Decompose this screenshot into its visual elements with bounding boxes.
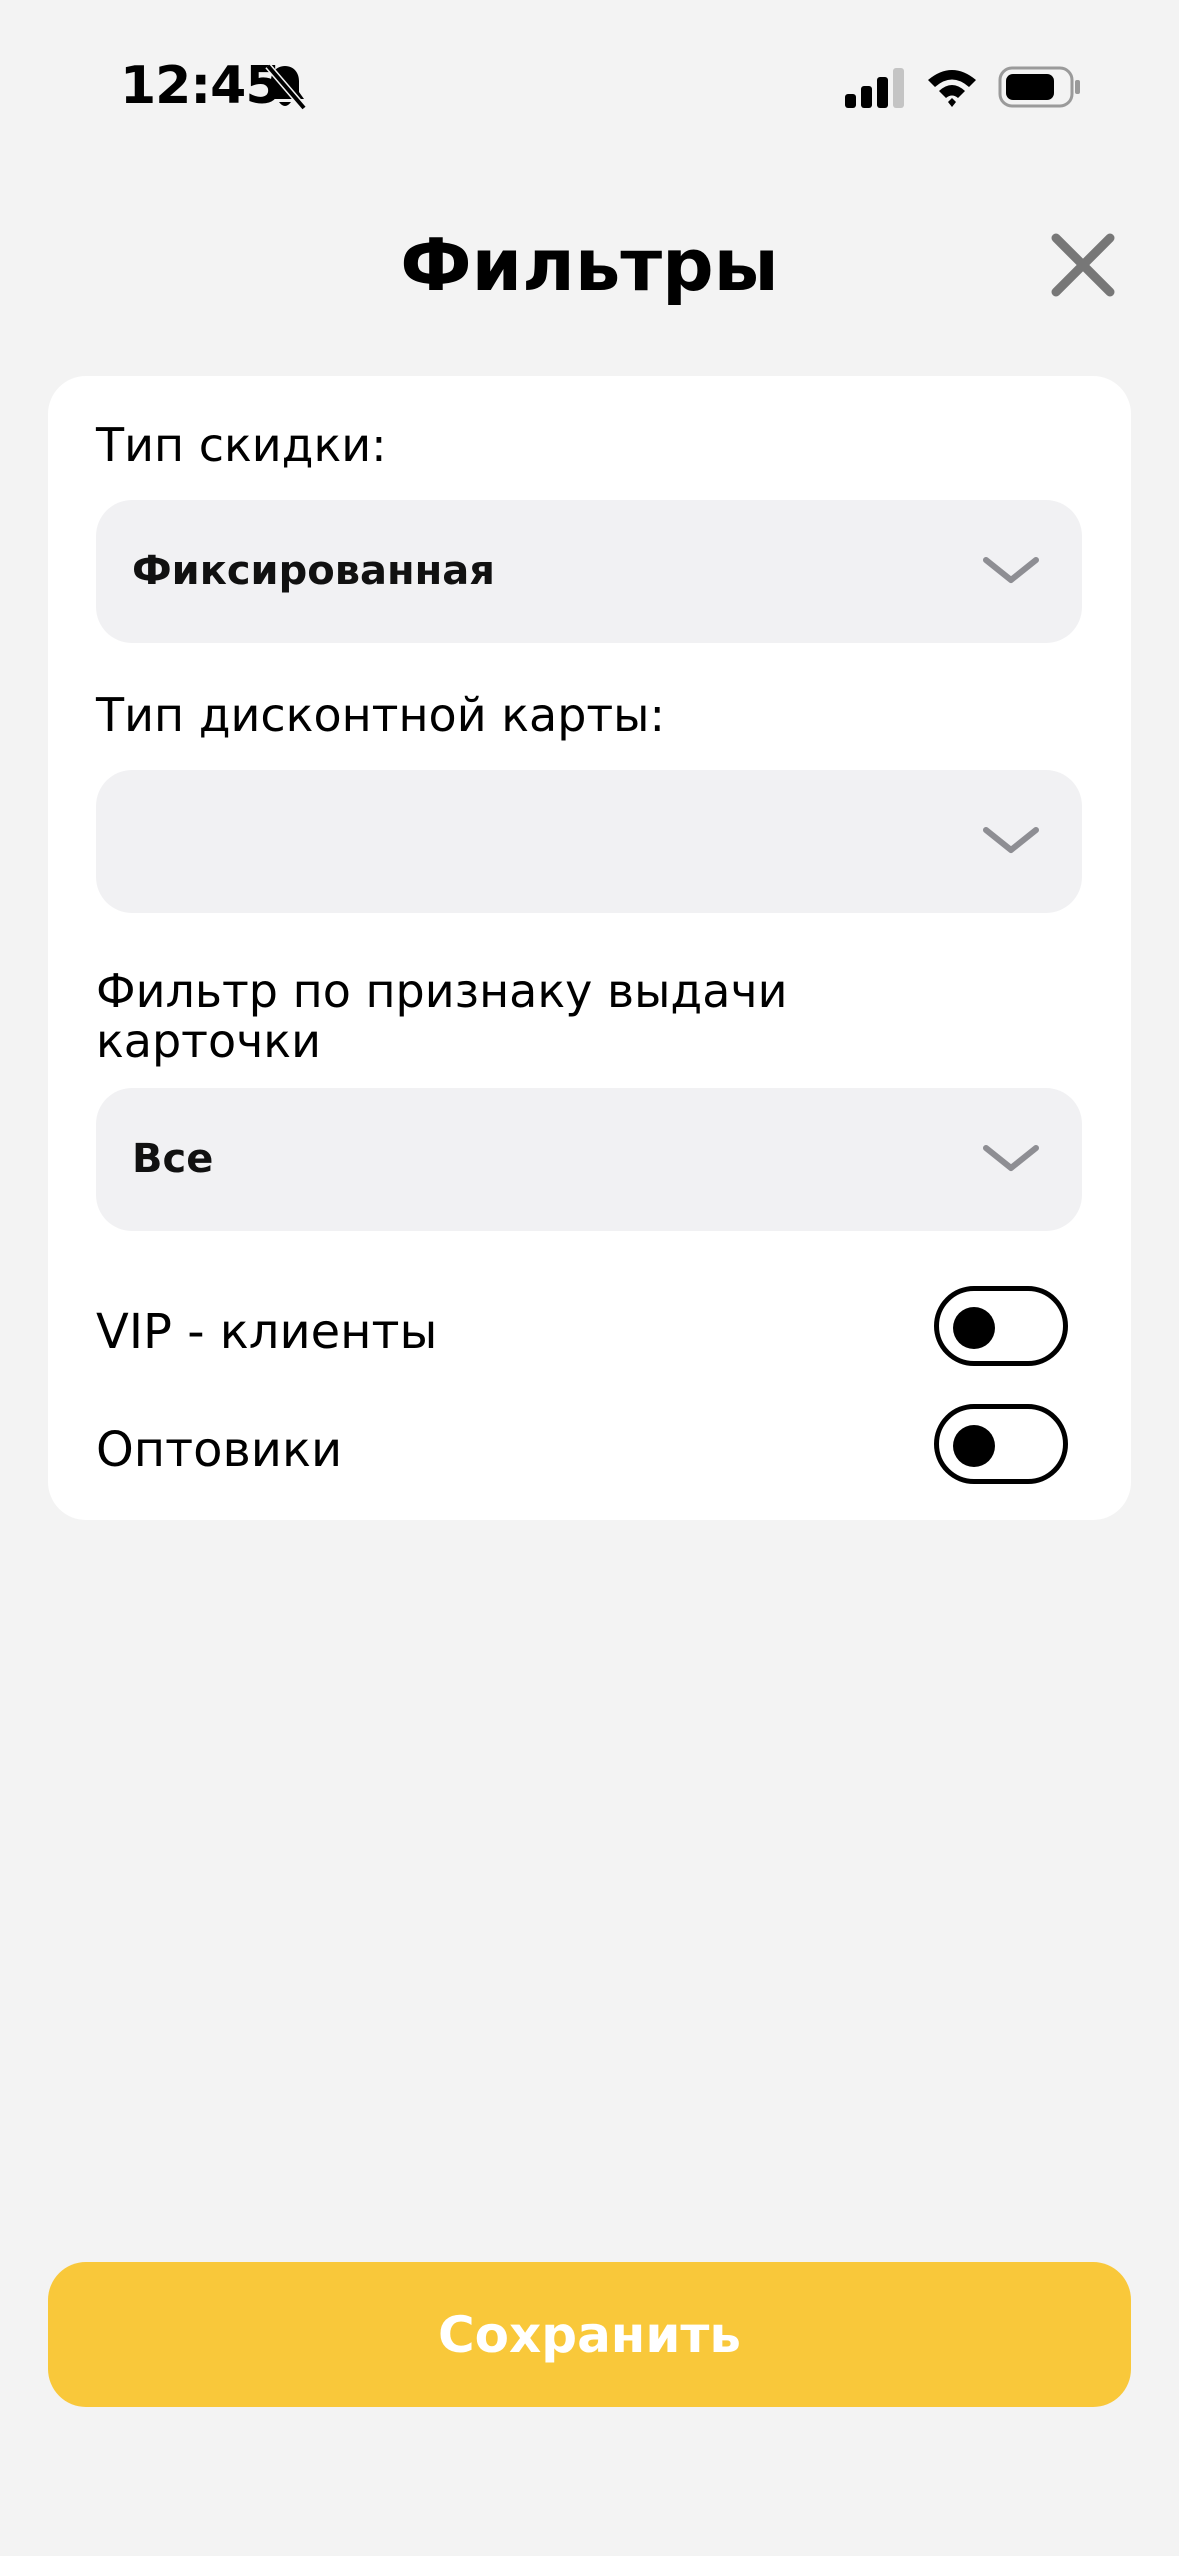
wholesalers-toggle[interactable] xyxy=(934,1404,1068,1484)
save-button-label: Сохранить xyxy=(437,2305,741,2364)
issue-filter-value: Все xyxy=(132,1136,214,1182)
issue-filter-label: Фильтр по признаку выдачи карточки xyxy=(96,966,787,1066)
chevron-down-icon xyxy=(983,827,1039,853)
chevron-down-icon xyxy=(983,1145,1039,1171)
status-bar: 12:45 xyxy=(0,0,1179,175)
toggle-knob xyxy=(953,1307,995,1349)
discount-type-select[interactable]: Фиксированная xyxy=(96,500,1082,643)
wholesalers-label: Оптовики xyxy=(96,1422,343,1478)
discount-type-label: Тип скидки: xyxy=(96,418,387,472)
issue-filter-label-line2: карточки xyxy=(96,1014,321,1068)
discount-type-value: Фиксированная xyxy=(132,548,495,594)
status-time: 12:45 xyxy=(120,56,282,116)
chevron-down-icon xyxy=(983,557,1039,583)
close-icon xyxy=(1051,233,1115,297)
issue-filter-select[interactable]: Все xyxy=(96,1088,1082,1231)
filter-card: Тип скидки: Фиксированная Тип дисконтной… xyxy=(48,376,1131,1520)
toggle-knob xyxy=(953,1425,995,1467)
signal-icon xyxy=(845,68,904,108)
close-button[interactable] xyxy=(1040,222,1126,308)
wifi-icon xyxy=(928,70,976,107)
vip-clients-toggle[interactable] xyxy=(934,1286,1068,1366)
page-title: Фильтры xyxy=(400,223,779,307)
card-type-label: Тип дисконтной карты: xyxy=(96,688,666,742)
issue-filter-label-line1: Фильтр по признаку выдачи xyxy=(96,964,788,1018)
vip-clients-label: VIP - клиенты xyxy=(96,1304,438,1360)
bell-slash-icon xyxy=(265,63,307,111)
save-button[interactable]: Сохранить xyxy=(48,2262,1131,2407)
battery-icon xyxy=(998,66,1080,108)
card-type-select[interactable] xyxy=(96,770,1082,913)
